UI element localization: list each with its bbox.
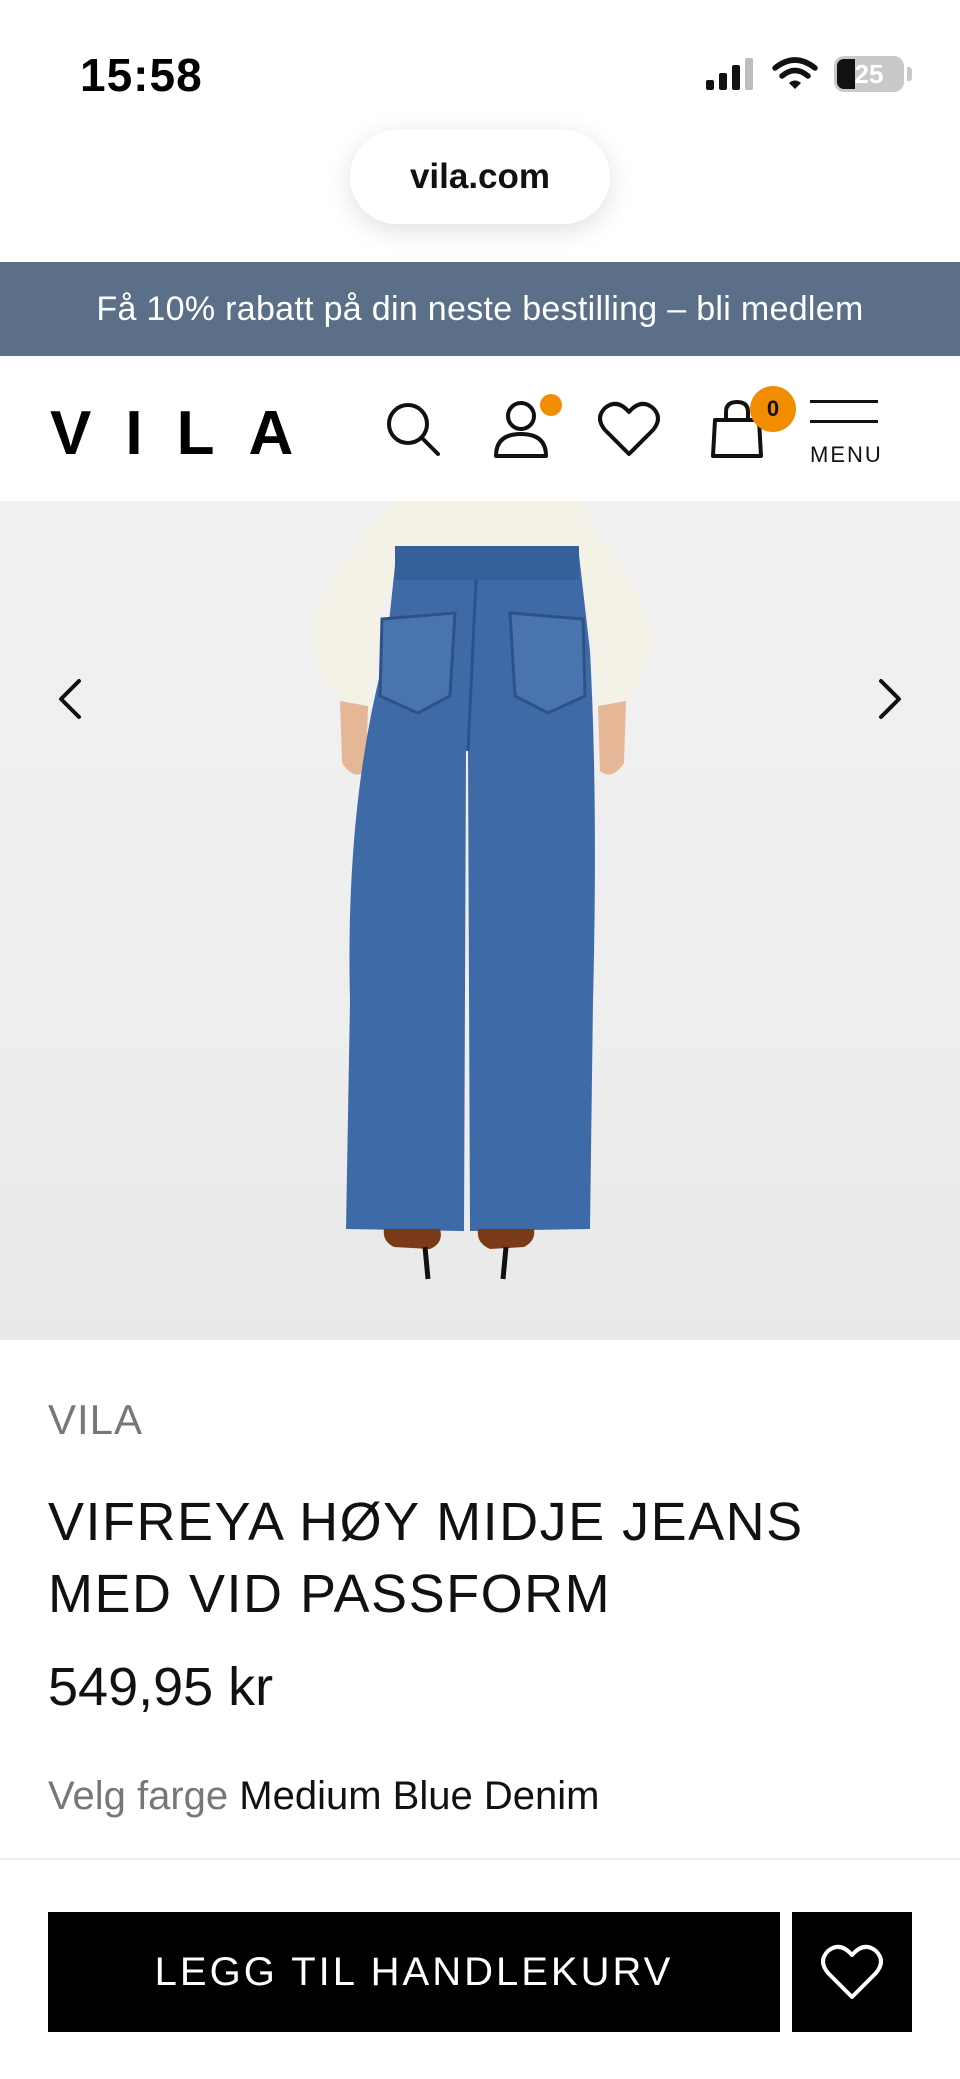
battery-icon: 25	[834, 56, 904, 92]
hamburger-icon	[810, 400, 878, 403]
carousel-next-button[interactable]	[860, 669, 920, 729]
address-bar[interactable]: vila.com	[350, 130, 610, 224]
signal-icon	[706, 58, 753, 90]
wishlist-button[interactable]	[594, 394, 664, 464]
cart-button[interactable]: 0	[702, 386, 796, 464]
add-to-wishlist-button[interactable]	[792, 1912, 912, 2032]
product-image-carousel[interactable]	[0, 501, 960, 1340]
chevron-right-icon	[879, 679, 901, 719]
site-header: VILA 0 MENU	[0, 356, 960, 501]
menu-label: MENU	[810, 442, 883, 467]
status-bar: 15:58 25	[0, 0, 960, 130]
product-price: 549,95 kr	[48, 1657, 274, 1717]
battery-tip	[907, 67, 912, 81]
chevron-left-icon	[59, 679, 81, 719]
color-label: Velg farge	[48, 1774, 229, 1818]
heart-icon	[821, 1944, 883, 1999]
carousel-prev-button[interactable]	[40, 669, 100, 729]
hamburger-icon-line	[810, 420, 878, 423]
menu-button[interactable]: MENU	[808, 396, 884, 476]
color-selector-row: Velg farge Medium Blue Denim	[48, 1774, 599, 1819]
account-notification-dot	[540, 394, 562, 416]
battery-level: 25	[854, 58, 884, 89]
status-icons: 25	[706, 56, 912, 92]
bottom-action-bar: LEGG TIL HANDLEKURV	[0, 1858, 960, 2079]
promo-banner[interactable]: Få 10% rabatt på din neste bestilling – …	[0, 262, 960, 356]
selected-color: Medium Blue Denim	[239, 1774, 600, 1818]
product-brand[interactable]: VILA	[48, 1396, 143, 1444]
search-button[interactable]	[378, 394, 448, 464]
product-photo	[311, 501, 651, 1280]
search-icon	[387, 403, 440, 456]
add-to-cart-button[interactable]: LEGG TIL HANDLEKURV	[48, 1912, 780, 2032]
wifi-icon	[772, 57, 818, 89]
cart-count-badge: 0	[750, 386, 796, 432]
account-button[interactable]	[486, 394, 562, 464]
product-title: VIFREYA HØY MIDJE JEANS MED VID PASSFORM	[48, 1492, 804, 1624]
heart-icon	[598, 401, 660, 456]
status-time: 15:58	[80, 49, 203, 101]
brand-logo[interactable]: VILA	[50, 398, 327, 469]
